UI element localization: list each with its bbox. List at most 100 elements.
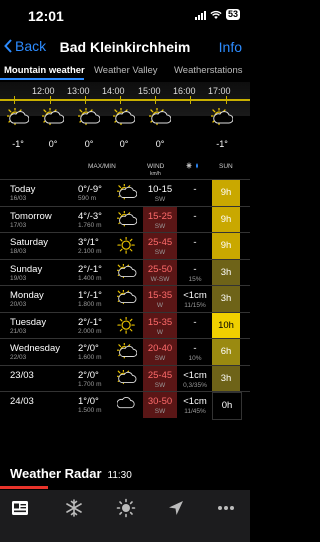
hour-label: 16:00 bbox=[173, 86, 196, 96]
hour-label: 13:00 bbox=[67, 86, 90, 96]
sun-icon bbox=[117, 316, 135, 334]
hour-label: 15:00 bbox=[138, 86, 161, 96]
tab-location[interactable] bbox=[166, 498, 190, 518]
wind-direction: SW bbox=[154, 355, 166, 362]
wind-speed: 25-45 bbox=[147, 369, 173, 381]
row-date: 22/03 bbox=[10, 354, 27, 361]
timeline-tick bbox=[14, 96, 15, 104]
forecast-row[interactable]: 23/03 2°/0° 1.700 m 25-45 SW <1cm 0,3/35… bbox=[0, 364, 250, 391]
row-day: Monday bbox=[10, 290, 44, 301]
wind-direction: SW bbox=[154, 408, 166, 415]
status-time: 12:01 bbox=[28, 8, 64, 24]
info-button[interactable]: Info bbox=[219, 39, 242, 55]
hour-temp: 0° bbox=[155, 139, 165, 149]
row-precipitation: - bbox=[180, 207, 210, 223]
row-wind: 15-35 W bbox=[143, 312, 177, 338]
row-wind: 25-45 SW bbox=[143, 233, 177, 259]
row-temperature: 2°/0° bbox=[78, 343, 99, 354]
wind-speed: 15-25 bbox=[147, 210, 173, 222]
precip-amount: <1cm bbox=[183, 369, 207, 381]
row-sun-hours: 9h bbox=[212, 206, 240, 232]
forecast-row[interactable]: Wednesday 22/03 2°/0° 1.600 m 20-40 SW -… bbox=[0, 338, 250, 365]
precip-chance: 0,3/35% bbox=[183, 381, 207, 389]
hour-temp: -1° bbox=[216, 139, 228, 149]
forecast-row[interactable]: 24/03 1°/0° 1.500 m 30-50 SW <1cm 11/45%… bbox=[0, 391, 250, 420]
location-arrow-icon bbox=[169, 501, 183, 515]
row-temperature: 1°/-1° bbox=[78, 290, 102, 301]
precip-amount: - bbox=[193, 343, 197, 354]
tab-snow[interactable] bbox=[64, 498, 88, 518]
forecast-row[interactable]: Saturday 18/03 3°/1° 2.100 m 25-45 SW - … bbox=[0, 232, 250, 259]
timeline-tick bbox=[190, 96, 191, 104]
precip-chance: 15% bbox=[188, 275, 202, 283]
row-altitude: 590 m bbox=[78, 195, 97, 202]
forecast-row[interactable]: Monday 20/03 1°/-1° 1.800 m 15-35 W <1cm… bbox=[0, 285, 250, 312]
row-wind: 25-50 W-SW bbox=[143, 259, 177, 285]
row-precipitation: <1cm 0,3/35% bbox=[180, 366, 210, 389]
hourly-weather-icons bbox=[0, 105, 250, 135]
signal-icon bbox=[194, 10, 206, 20]
row-altitude: 1.400 m bbox=[78, 274, 102, 282]
row-sun-hours: 6h bbox=[212, 339, 240, 365]
forecast-row[interactable]: Today 16/03 0°/-9° 590 m 10-15 SW - 9h bbox=[0, 179, 250, 206]
row-altitude: 2.000 m bbox=[78, 327, 102, 335]
row-wind: 25-45 SW bbox=[143, 365, 177, 391]
row-precipitation: - bbox=[180, 313, 210, 329]
wind-speed: 10-15 bbox=[147, 184, 173, 195]
row-day: Saturday bbox=[10, 237, 49, 248]
hour-label: 12:00 bbox=[32, 86, 55, 96]
header-wind: WIND bbox=[147, 163, 165, 170]
hour-temp: 0° bbox=[48, 139, 58, 149]
wind-direction: SW bbox=[154, 249, 166, 256]
sun-icon bbox=[117, 237, 135, 254]
sun-cloud-icon bbox=[117, 210, 137, 226]
row-day: Sunday bbox=[10, 263, 43, 275]
row-sun-hours: 9h bbox=[212, 180, 240, 206]
precip-chance: 11/45% bbox=[184, 408, 206, 415]
hourly-temperatures: -1° 0° 0° 0° 0° -1° bbox=[0, 139, 250, 153]
hour-temp: -1° bbox=[12, 139, 24, 149]
row-altitude: 1.700 m bbox=[78, 380, 102, 388]
tab-weather[interactable] bbox=[116, 498, 140, 518]
partly-cloudy-icon bbox=[117, 263, 137, 278]
battery-icon: 53 bbox=[225, 9, 240, 20]
weather-radar-heading[interactable]: Weather Radar 11:30 bbox=[10, 466, 132, 481]
wind-direction: SW bbox=[154, 381, 166, 389]
tab-news[interactable] bbox=[10, 498, 34, 518]
sun-cloud-icon bbox=[149, 108, 171, 126]
tab-weather-valley[interactable]: Weather Valley bbox=[94, 65, 158, 76]
forecast-row[interactable]: Tuesday 21/03 2°/-1° 2.000 m 15-35 W - 1… bbox=[0, 311, 250, 338]
radar-accent-bar bbox=[0, 486, 48, 489]
row-temperature: 4°/-3° bbox=[78, 210, 102, 222]
row-precipitation: - bbox=[180, 180, 210, 196]
timeline-tick bbox=[226, 96, 227, 104]
row-sun-hours: 3h bbox=[212, 286, 240, 312]
sun-icon bbox=[116, 498, 136, 518]
tab-more[interactable] bbox=[216, 498, 240, 518]
forecast-row[interactable]: Sunday 19/03 2°/-1° 1.400 m 25-50 W-SW -… bbox=[0, 258, 250, 285]
hour-temp: 0° bbox=[119, 139, 129, 149]
row-date: 18/03 bbox=[10, 248, 27, 255]
wind-speed: 30-50 bbox=[147, 396, 173, 407]
row-day: Tuesday bbox=[10, 316, 47, 328]
sun-cloud-icon bbox=[117, 343, 137, 359]
wind-speed: 15-35 bbox=[147, 316, 173, 328]
row-precipitation: <1cm 11/15% bbox=[180, 286, 210, 309]
precip-chance: 11/15% bbox=[184, 302, 206, 309]
forecast-table: Today 16/03 0°/-9° 590 m 10-15 SW - 9h T… bbox=[0, 179, 250, 420]
page-title: Bad Kleinkirchheim bbox=[59, 39, 191, 55]
row-precipitation: - bbox=[180, 233, 210, 249]
wind-speed: 25-50 bbox=[147, 263, 173, 275]
cloud-icon bbox=[117, 397, 135, 409]
tab-mountain-weather[interactable]: Mountain weather bbox=[4, 65, 85, 76]
row-precipitation: - 15% bbox=[180, 260, 210, 283]
precip-amount: - bbox=[193, 237, 197, 248]
tab-weatherstations[interactable]: Weatherstations bbox=[174, 65, 242, 76]
forecast-row[interactable]: Tomorrow 17/03 4°/-3° 1.760 m 15-25 SW -… bbox=[0, 205, 250, 232]
row-sun-hours: 3h bbox=[212, 259, 240, 285]
row-day: Today bbox=[10, 184, 36, 195]
timeline-bar bbox=[0, 99, 250, 101]
precip-amount: - bbox=[193, 210, 197, 222]
snow-precip-icon bbox=[186, 162, 198, 169]
precip-amount: - bbox=[193, 184, 197, 195]
